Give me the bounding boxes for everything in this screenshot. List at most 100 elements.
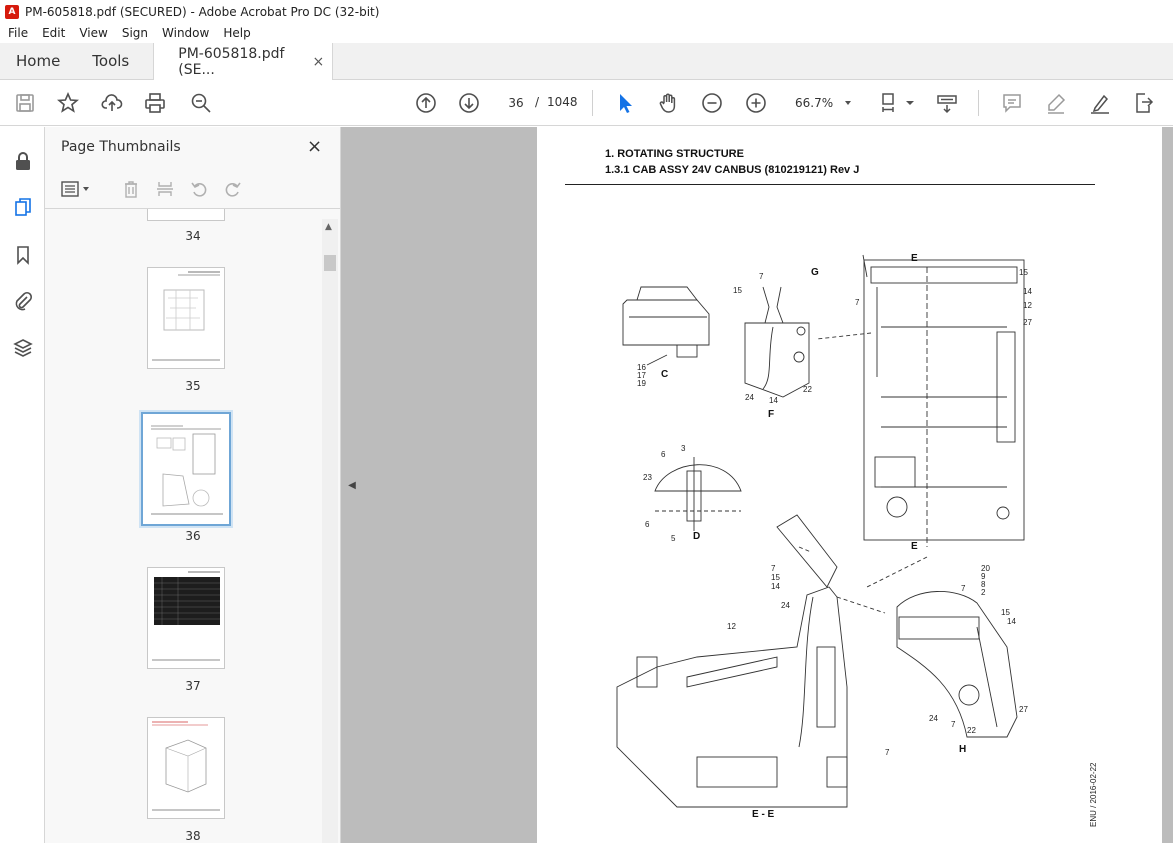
callout: 23 — [643, 473, 652, 482]
view-d-shape — [654, 464, 742, 492]
menu-edit[interactable]: Edit — [35, 26, 72, 40]
callout: 7 — [951, 720, 956, 729]
view-f-shape — [744, 322, 810, 398]
menu-view[interactable]: View — [72, 26, 114, 40]
callout: 12 — [1023, 301, 1032, 310]
callout: 6 — [645, 520, 650, 529]
thumbnail-toolbar — [45, 169, 341, 209]
save-icon[interactable] — [13, 91, 37, 115]
thumbnail-page-38[interactable] — [147, 717, 225, 819]
callout: 2 — [981, 588, 986, 597]
document-code: ENU / 2016-02-22 — [1089, 762, 1098, 827]
thumbnail-label: 37 — [185, 679, 201, 693]
view-label: C — [661, 369, 668, 380]
star-icon[interactable] — [56, 91, 80, 115]
thumbnail-page-35[interactable] — [147, 267, 225, 369]
thumbnail-scrollbar[interactable]: ▲ — [322, 219, 338, 843]
zoom-select[interactable]: 66.7% — [787, 90, 859, 116]
view-c-shape — [622, 299, 710, 346]
zoom-in-icon[interactable] — [744, 91, 768, 115]
callout: 22 — [803, 385, 812, 394]
pdf-page: 1. ROTATING STRUCTURE 1.3.1 CAB ASSY 24V… — [537, 127, 1162, 843]
toolbar-divider — [978, 90, 979, 116]
thumbnail-page-37[interactable] — [147, 567, 225, 669]
lock-icon[interactable] — [11, 149, 35, 173]
rotate-right-icon[interactable] — [223, 179, 243, 199]
pages-icon[interactable] — [11, 195, 35, 219]
document-viewport[interactable]: ◀ 1. ROTATING STRUCTURE 1.3.1 CAB ASSY 2… — [341, 127, 1173, 843]
scroll-up-arrow-icon[interactable]: ▲ — [325, 222, 332, 232]
callout: 12 — [727, 622, 736, 631]
zoom-value: 66.7% — [795, 96, 834, 110]
keyboard-icon[interactable] — [935, 91, 959, 115]
callout: 15 — [1001, 608, 1010, 617]
print-icon[interactable] — [143, 91, 167, 115]
tab-tools[interactable]: Tools — [76, 43, 145, 79]
menu-sign[interactable]: Sign — [115, 26, 155, 40]
select-arrow-icon[interactable] — [613, 91, 637, 115]
cab-assembly-drawing: C F G D E E E - E H 16 17 19 7 15 24 14 … — [616, 253, 1032, 820]
menu-file[interactable]: File — [0, 26, 35, 40]
upload-icon[interactable] — [100, 91, 124, 115]
chevron-down-icon[interactable] — [904, 91, 916, 115]
menu-window[interactable]: Window — [155, 26, 216, 40]
thumbnail-page-36[interactable] — [141, 412, 231, 526]
callout: 24 — [781, 601, 790, 610]
layers-icon[interactable] — [11, 336, 35, 360]
close-tab-icon[interactable]: × — [313, 54, 325, 70]
page-separator: / — [535, 95, 540, 109]
chevron-down-icon — [845, 101, 851, 105]
view-label: G — [811, 267, 819, 278]
title-bar: A PM-605818.pdf (SECURED) - Adobe Acroba… — [0, 0, 1173, 23]
tab-home[interactable]: Home — [0, 43, 76, 79]
scrollbar-thumb[interactable] — [324, 255, 336, 271]
callout: 15 — [733, 286, 742, 295]
callout: 24 — [745, 393, 754, 402]
menu-bar: File Edit View Sign Window Help — [0, 23, 1173, 43]
page-down-icon[interactable] — [457, 91, 481, 115]
options-menu-icon[interactable] — [61, 179, 93, 199]
callout: 14 — [769, 396, 778, 405]
main-toolbar — [0, 80, 1173, 126]
thumbnail-page-34[interactable] — [147, 209, 225, 221]
view-label: E — [911, 253, 918, 264]
highlight-icon[interactable] — [1044, 91, 1068, 115]
menu-help[interactable]: Help — [216, 26, 257, 40]
extract-icon[interactable] — [155, 179, 175, 199]
delete-icon[interactable] — [121, 179, 141, 199]
view-h-shape — [896, 591, 1018, 738]
thumbnail-preview — [152, 571, 220, 661]
callout: 19 — [637, 379, 646, 388]
attachment-icon[interactable] — [11, 289, 35, 313]
view-label: E - E — [752, 809, 775, 820]
comment-icon[interactable] — [1000, 91, 1024, 115]
callout: 27 — [1023, 318, 1032, 327]
page-fit-icon[interactable] — [878, 91, 902, 115]
view-label: E — [911, 541, 918, 552]
tab-document[interactable]: PM-605818.pdf (SE... × — [153, 43, 334, 80]
zoom-search-icon[interactable] — [189, 91, 213, 115]
callout: 14 — [1007, 617, 1016, 626]
callout: 7 — [759, 272, 764, 281]
close-panel-icon[interactable]: × — [307, 136, 322, 157]
thumbnail-label: 36 — [185, 529, 201, 543]
cab-frame-shape — [863, 259, 1025, 541]
collapse-panel-handle[interactable]: ◀ — [341, 127, 363, 843]
view-label: D — [693, 531, 700, 542]
tab-bar: Home Tools PM-605818.pdf (SE... × — [0, 43, 1173, 80]
sign-icon[interactable] — [1088, 91, 1112, 115]
hand-icon[interactable] — [656, 91, 680, 115]
callout: 7 — [855, 298, 860, 307]
rotate-left-icon[interactable] — [189, 179, 209, 199]
page-up-icon[interactable] — [414, 91, 438, 115]
page-total: 1048 — [547, 95, 578, 109]
export-icon[interactable] — [1131, 91, 1155, 115]
thumbnail-label: 34 — [185, 229, 201, 243]
callout: 7 — [771, 564, 776, 573]
toolbar-divider — [592, 90, 593, 116]
page-number-input[interactable]: 36 — [500, 89, 532, 115]
bookmark-icon[interactable] — [11, 243, 35, 267]
callout: 14 — [771, 582, 780, 591]
zoom-out-icon[interactable] — [700, 91, 724, 115]
window-title: PM-605818.pdf (SECURED) - Adobe Acrobat … — [25, 4, 380, 19]
